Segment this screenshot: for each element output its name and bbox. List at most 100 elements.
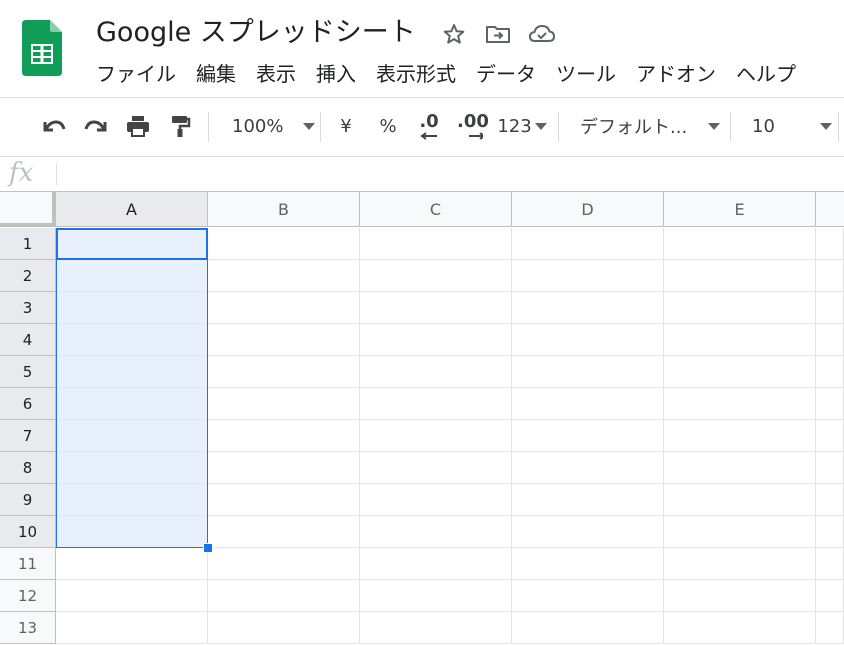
cell[interactable] xyxy=(816,420,844,452)
cell[interactable] xyxy=(816,292,844,324)
sheets-logo-icon[interactable] xyxy=(22,20,62,76)
menu-view[interactable]: 表示 xyxy=(246,58,306,90)
cell[interactable] xyxy=(56,260,208,292)
cell[interactable] xyxy=(56,516,208,548)
cell[interactable] xyxy=(664,388,816,420)
row-header-12[interactable]: 12 xyxy=(0,580,56,612)
menu-data[interactable]: データ xyxy=(466,58,546,90)
cell[interactable] xyxy=(816,388,844,420)
cell[interactable] xyxy=(208,612,360,644)
menu-addons[interactable]: アドオン xyxy=(626,58,726,90)
font-family-select[interactable]: デフォルト... xyxy=(574,110,720,142)
formula-input[interactable] xyxy=(64,157,834,189)
cell[interactable] xyxy=(664,612,816,644)
select-all-corner[interactable] xyxy=(0,192,56,227)
undo-button[interactable] xyxy=(38,110,70,142)
cell[interactable] xyxy=(816,548,844,580)
cell[interactable] xyxy=(360,292,512,324)
cloud-saved-icon[interactable] xyxy=(528,20,556,48)
row-header-10[interactable]: 10 xyxy=(0,516,56,548)
cell[interactable] xyxy=(208,580,360,612)
percent-format-button[interactable]: % xyxy=(374,110,402,142)
cell[interactable] xyxy=(664,228,816,260)
cell[interactable] xyxy=(816,612,844,644)
cell[interactable] xyxy=(208,388,360,420)
cell[interactable] xyxy=(56,484,208,516)
increase-decimal-button[interactable]: .00 xyxy=(454,110,492,142)
cell[interactable] xyxy=(512,452,664,484)
cell[interactable] xyxy=(360,420,512,452)
cell[interactable] xyxy=(816,484,844,516)
cell[interactable] xyxy=(512,324,664,356)
menu-format[interactable]: 表示形式 xyxy=(366,58,466,90)
cell[interactable] xyxy=(664,580,816,612)
menu-tools[interactable]: ツール xyxy=(546,58,626,90)
row-header-4[interactable]: 4 xyxy=(0,324,56,356)
cell[interactable] xyxy=(208,420,360,452)
cell[interactable] xyxy=(512,548,664,580)
cell[interactable] xyxy=(56,356,208,388)
zoom-select[interactable]: 100% xyxy=(224,110,316,142)
cell[interactable] xyxy=(512,388,664,420)
document-title[interactable]: Google スプレッドシート xyxy=(96,14,416,52)
cell[interactable] xyxy=(664,324,816,356)
cell[interactable] xyxy=(664,292,816,324)
cell[interactable] xyxy=(664,452,816,484)
cell[interactable] xyxy=(360,388,512,420)
cell[interactable] xyxy=(664,356,816,388)
cell[interactable] xyxy=(816,516,844,548)
cell[interactable] xyxy=(664,420,816,452)
cell[interactable] xyxy=(208,324,360,356)
cell[interactable] xyxy=(56,388,208,420)
cell[interactable] xyxy=(816,260,844,292)
cell[interactable] xyxy=(512,260,664,292)
column-header-b[interactable]: B xyxy=(208,192,360,227)
cell[interactable] xyxy=(360,612,512,644)
cell[interactable] xyxy=(360,484,512,516)
row-header-13[interactable]: 13 xyxy=(0,612,56,644)
fill-handle[interactable] xyxy=(203,543,213,553)
active-cell[interactable] xyxy=(56,228,208,260)
row-header-5[interactable]: 5 xyxy=(0,356,56,388)
cell[interactable] xyxy=(512,580,664,612)
cell[interactable] xyxy=(360,452,512,484)
cell[interactable] xyxy=(208,516,360,548)
cell[interactable] xyxy=(208,292,360,324)
row-header-9[interactable]: 9 xyxy=(0,484,56,516)
cell[interactable] xyxy=(816,324,844,356)
column-header-e[interactable]: E xyxy=(664,192,816,227)
cell[interactable] xyxy=(360,548,512,580)
star-icon[interactable] xyxy=(440,20,468,48)
column-header-d[interactable]: D xyxy=(512,192,664,227)
paint-format-button[interactable] xyxy=(164,110,196,142)
print-button[interactable] xyxy=(122,110,154,142)
font-size-select[interactable]: 10 xyxy=(744,110,832,142)
row-header-8[interactable]: 8 xyxy=(0,452,56,484)
cell[interactable] xyxy=(512,516,664,548)
row-header-11[interactable]: 11 xyxy=(0,548,56,580)
cell[interactable] xyxy=(56,452,208,484)
cell[interactable] xyxy=(360,516,512,548)
move-to-folder-icon[interactable] xyxy=(484,20,512,48)
cell[interactable] xyxy=(360,324,512,356)
menu-edit[interactable]: 編集 xyxy=(186,58,246,90)
column-header-a[interactable]: A xyxy=(56,192,208,227)
cell[interactable] xyxy=(56,420,208,452)
cell[interactable] xyxy=(512,292,664,324)
cell[interactable] xyxy=(56,324,208,356)
cell[interactable] xyxy=(512,228,664,260)
cell[interactable] xyxy=(208,548,360,580)
cell[interactable] xyxy=(512,420,664,452)
cell[interactable] xyxy=(208,484,360,516)
menu-file[interactable]: ファイル xyxy=(86,58,186,90)
cell[interactable] xyxy=(208,228,360,260)
cell[interactable] xyxy=(360,228,512,260)
cell[interactable] xyxy=(56,580,208,612)
cell[interactable] xyxy=(56,292,208,324)
cell[interactable] xyxy=(512,612,664,644)
menu-insert[interactable]: 挿入 xyxy=(306,58,366,90)
row-header-2[interactable]: 2 xyxy=(0,260,56,292)
menu-help[interactable]: ヘルプ xyxy=(726,58,806,90)
cell[interactable] xyxy=(512,356,664,388)
cell[interactable] xyxy=(360,356,512,388)
